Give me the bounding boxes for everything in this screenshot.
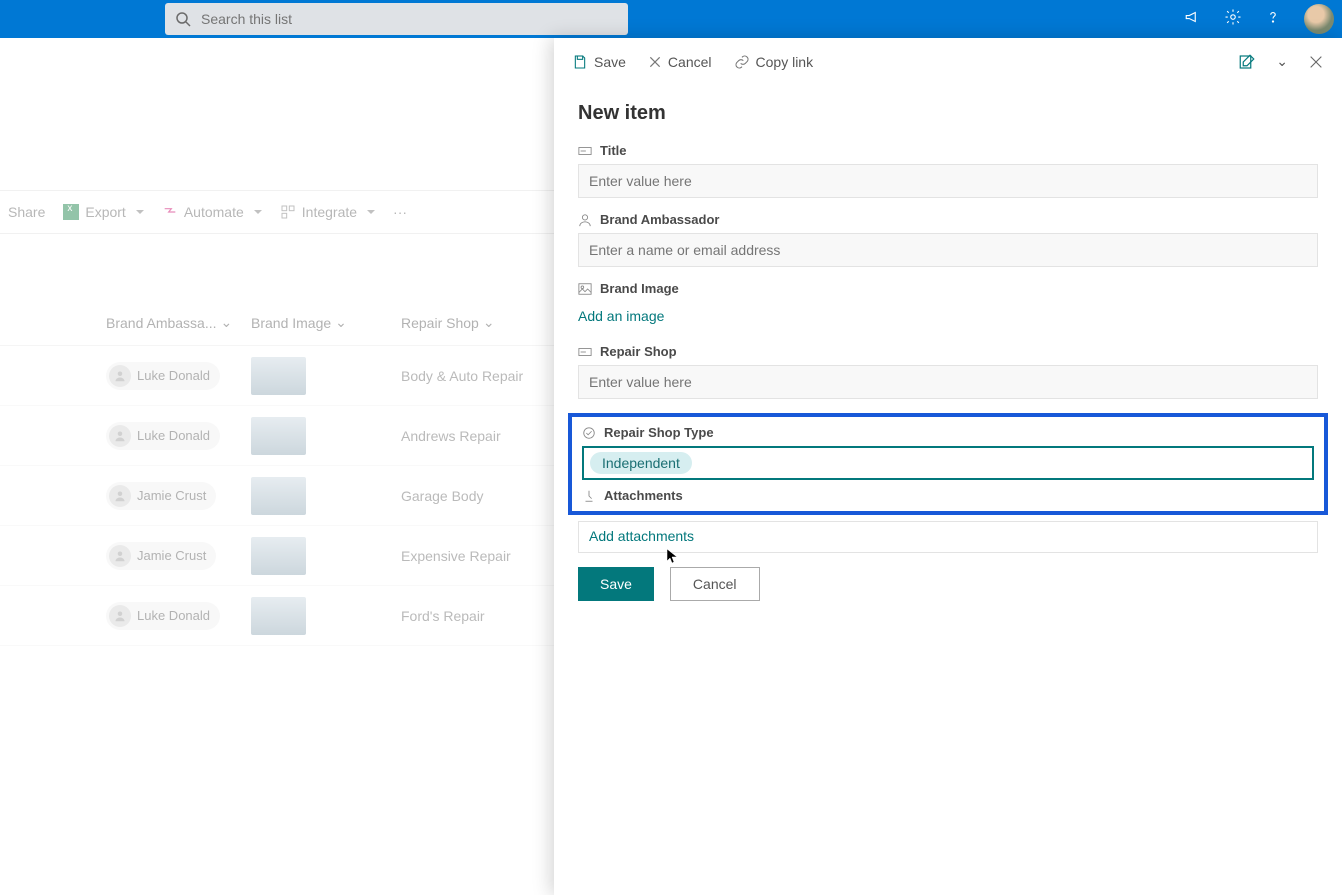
gear-icon[interactable] xyxy=(1224,8,1242,31)
search-icon xyxy=(175,11,191,27)
field-attachments-label: Attachments xyxy=(604,488,683,503)
close-icon xyxy=(648,55,662,69)
panel-save-command[interactable]: Save xyxy=(572,54,626,70)
panel-cancel-label: Cancel xyxy=(668,54,712,70)
highlight-repair-shop-type: Repair Shop Type Independent Attachments xyxy=(568,413,1328,515)
search-input[interactable] xyxy=(201,11,618,27)
form-dropdown[interactable]: ⌄ xyxy=(1276,53,1288,70)
panel-cancel-command[interactable]: Cancel xyxy=(648,54,712,70)
field-repairshop-label: Repair Shop xyxy=(600,344,677,359)
megaphone-icon[interactable] xyxy=(1184,8,1202,31)
save-icon xyxy=(572,54,588,70)
panel-copylink-label: Copy link xyxy=(756,54,814,70)
panel-toolbar: Save Cancel Copy link ⌄ xyxy=(554,38,1342,86)
field-ambassador-label: Brand Ambassador xyxy=(600,212,719,227)
field-title: Title xyxy=(578,143,1318,198)
field-title-label: Title xyxy=(600,143,627,158)
add-attachments-box[interactable]: Add attachments xyxy=(578,521,1318,553)
add-attachments-link[interactable]: Add attachments xyxy=(589,528,694,544)
edit-form-button[interactable] xyxy=(1238,53,1256,71)
panel-title: New item xyxy=(578,102,1318,125)
field-repairtype-label: Repair Shop Type xyxy=(604,425,714,440)
field-attachments: Add attachments xyxy=(578,521,1318,553)
ambassador-input[interactable] xyxy=(578,233,1318,267)
save-button[interactable]: Save xyxy=(578,567,654,601)
field-ambassador: Brand Ambassador xyxy=(578,212,1318,267)
panel-save-label: Save xyxy=(594,54,626,70)
help-icon[interactable] xyxy=(1264,8,1282,31)
avatar[interactable] xyxy=(1304,4,1334,34)
field-repair-shop: Repair Shop xyxy=(578,344,1318,399)
title-input[interactable] xyxy=(578,164,1318,198)
suite-header xyxy=(0,0,1342,38)
field-image-label: Brand Image xyxy=(600,281,679,296)
panel-copylink-command[interactable]: Copy link xyxy=(734,54,814,70)
repairtype-choice-input[interactable]: Independent xyxy=(582,446,1314,480)
new-item-panel: Save Cancel Copy link ⌄ New item Title xyxy=(554,38,1342,895)
field-repair-shop-type: Repair Shop Type Independent xyxy=(582,425,1314,480)
suite-header-right xyxy=(1184,4,1334,34)
repairtype-chip[interactable]: Independent xyxy=(590,452,692,474)
cancel-button[interactable]: Cancel xyxy=(670,567,760,601)
panel-close-button[interactable] xyxy=(1308,54,1324,70)
link-icon xyxy=(734,54,750,70)
repairshop-input[interactable] xyxy=(578,365,1318,399)
chevron-down-icon: ⌄ xyxy=(1276,53,1288,70)
field-brand-image: Brand Image Add an image xyxy=(578,281,1318,330)
search-box[interactable] xyxy=(165,3,628,35)
add-image-link[interactable]: Add an image xyxy=(578,302,664,330)
